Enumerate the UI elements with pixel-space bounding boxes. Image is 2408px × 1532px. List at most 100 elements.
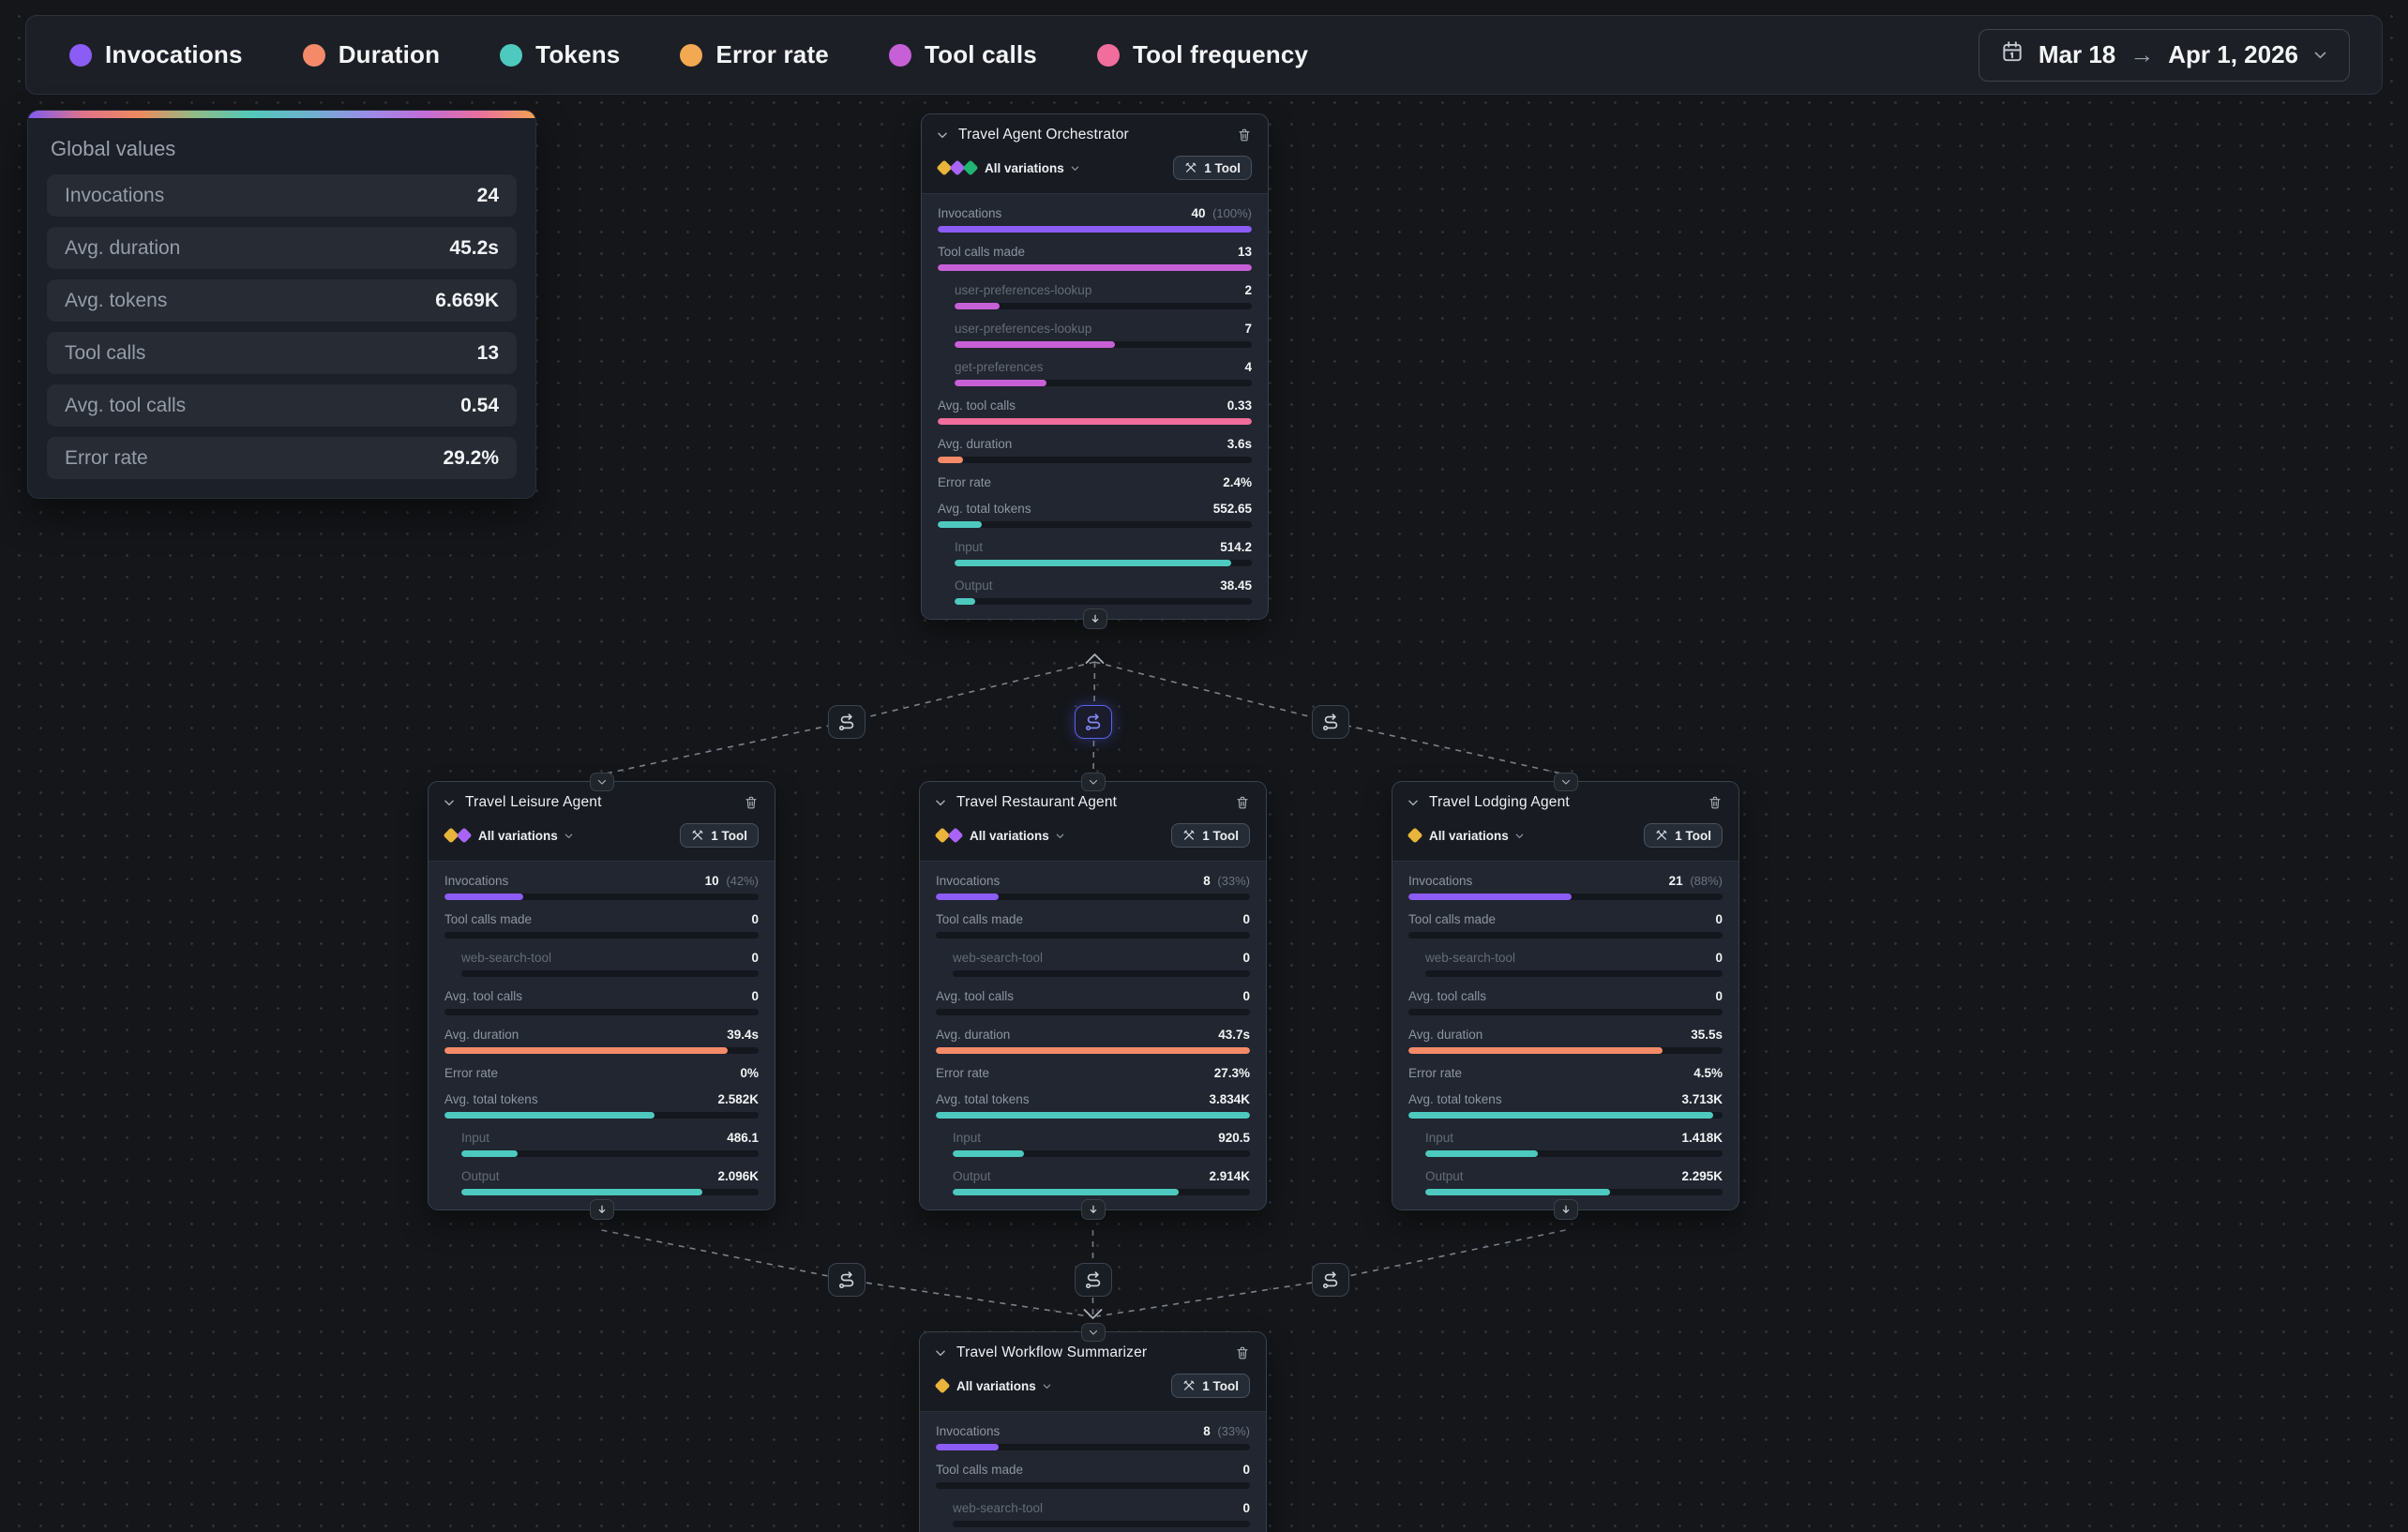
metric-label: Invocations — [938, 206, 1001, 220]
collapse-chevron-icon[interactable] — [443, 796, 456, 809]
tools-button[interactable]: 1 Tool — [1173, 156, 1252, 180]
incoming-connection-badge[interactable] — [1081, 1323, 1106, 1342]
route-connector-icon[interactable] — [1075, 1263, 1112, 1297]
legend-item-tokens[interactable]: Tokens — [500, 40, 620, 69]
incoming-connection-badge[interactable] — [1554, 773, 1578, 791]
metric-bar-track — [1425, 1189, 1723, 1195]
variations-dropdown[interactable]: All variations — [478, 829, 574, 843]
metric-label: Invocations — [1408, 874, 1472, 888]
metric-value: 514.2 — [1220, 540, 1252, 554]
metric-percent: (100%) — [1209, 206, 1252, 220]
variations-dropdown[interactable]: All variations — [1429, 829, 1525, 843]
tools-button[interactable]: 1 Tool — [1171, 823, 1250, 848]
expand-connections-button[interactable] — [1554, 1199, 1578, 1220]
tools-button[interactable]: 1 Tool — [1644, 823, 1723, 848]
agent-card-subheader: All variations 1 Tool — [936, 156, 1252, 180]
metric-label: Invocations — [444, 874, 508, 888]
variations-dropdown[interactable]: All variations — [956, 1379, 1052, 1393]
tools-button[interactable]: 1 Tool — [1171, 1374, 1250, 1398]
legend-item-error-rate[interactable]: Error rate — [680, 40, 829, 69]
route-connector-icon[interactable] — [1312, 705, 1349, 739]
collapse-chevron-icon[interactable] — [934, 796, 947, 809]
metric-row-output: Output2.295K — [1408, 1169, 1723, 1195]
route-connector-icon[interactable] — [1312, 1263, 1349, 1297]
metric-row-user-preferences-lookup: user-preferences-lookup7 — [938, 322, 1252, 348]
collapse-chevron-icon[interactable] — [934, 1346, 947, 1359]
metric-label-row: Avg. total tokens552.65 — [938, 502, 1252, 516]
agent-card-travel-workflow-summarizer[interactable]: Travel Workflow SummarizerAll variations… — [919, 1331, 1267, 1532]
tool-frequency-legend-dot-icon — [1097, 44, 1120, 67]
metric-value: 21 (88%) — [1669, 874, 1723, 888]
legend-item-tool-frequency[interactable]: Tool frequency — [1097, 40, 1308, 69]
delete-agent-icon[interactable] — [744, 795, 759, 810]
expand-connections-button[interactable] — [590, 1199, 614, 1220]
metric-row-invocations: Invocations40 (100%) — [938, 206, 1252, 233]
agent-card-travel-leisure-agent[interactable]: Travel Leisure AgentAll variations1 Tool… — [428, 781, 775, 1210]
metric-row-output: Output2.096K — [444, 1169, 759, 1195]
legend-item-label: Duration — [339, 40, 440, 69]
tools-button[interactable]: 1 Tool — [680, 823, 759, 848]
legend-item-tool-calls[interactable]: Tool calls — [889, 40, 1037, 69]
expand-connections-button[interactable] — [1083, 608, 1107, 629]
legend-item-invocations[interactable]: Invocations — [69, 40, 243, 69]
delete-agent-icon[interactable] — [1708, 795, 1723, 810]
metric-bar-track — [1408, 932, 1723, 939]
delete-agent-icon[interactable] — [1235, 1345, 1250, 1360]
expand-connections-button[interactable] — [1081, 1199, 1106, 1220]
metric-row-error-rate: Error rate2.4% — [938, 475, 1252, 489]
variations-dropdown[interactable]: All variations — [985, 161, 1080, 175]
metric-bar-track — [1425, 970, 1723, 977]
metric-bar-fill — [955, 598, 975, 605]
metric-bar-track — [461, 970, 759, 977]
date-range-picker[interactable]: Mar 18 → Apr 1, 2026 — [1979, 29, 2350, 82]
metric-bar-track — [936, 894, 1250, 900]
route-connector-icon[interactable] — [828, 1263, 865, 1297]
metric-label: Avg. duration — [444, 1028, 519, 1042]
metric-value: 1.418K — [1681, 1131, 1723, 1145]
metric-label-row: Error rate27.3% — [936, 1066, 1250, 1080]
metric-label-row: web-search-tool0 — [444, 951, 759, 965]
variations-label: All variations — [1429, 829, 1509, 843]
metric-label: Output — [936, 1169, 991, 1183]
metric-row-avg-total-tokens: Avg. total tokens2.582K — [444, 1092, 759, 1119]
agent-card-travel-restaurant-agent[interactable]: Travel Restaurant Agent All variations 1 T… — [919, 781, 1267, 1210]
global-row-tool-calls: Tool calls13 — [47, 332, 517, 374]
route-connector-icon[interactable] — [1075, 705, 1112, 739]
metric-label-row: Tool calls made13 — [938, 245, 1252, 259]
agent-card-title: Travel Lodging Agent — [1429, 794, 1698, 811]
collapse-chevron-icon[interactable] — [1407, 796, 1420, 809]
chevron-down-icon — [564, 831, 574, 841]
incoming-connection-badge[interactable] — [590, 773, 614, 791]
metric-label: web-search-tool — [936, 951, 1043, 965]
variations-label: All variations — [956, 1379, 1036, 1393]
incoming-connection-badge[interactable] — [1081, 773, 1106, 791]
metric-bar-track — [938, 457, 1252, 463]
metric-percent: (33%) — [1214, 874, 1250, 888]
metric-label: user-preferences-lookup — [938, 322, 1091, 336]
legend-item-duration[interactable]: Duration — [303, 40, 440, 69]
metric-value: 0 — [751, 951, 759, 965]
agent-card-travel-lodging-agent[interactable]: Travel Lodging Agent All variations 1 Tool… — [1392, 781, 1739, 1210]
metric-label: Error rate — [936, 1066, 989, 1080]
metric-bar-fill — [953, 1150, 1024, 1157]
route-connector-icon[interactable] — [828, 705, 865, 739]
metric-label: Error rate — [1408, 1066, 1462, 1080]
metric-value: 552.65 — [1213, 502, 1252, 516]
global-row-value: 13 — [477, 342, 499, 365]
delete-agent-icon[interactable] — [1235, 795, 1250, 810]
metric-value: 0.33 — [1227, 398, 1252, 413]
tools-button-label: 1 Tool — [1202, 829, 1239, 843]
collapse-chevron-icon[interactable] — [936, 128, 949, 142]
delete-agent-icon[interactable] — [1237, 128, 1252, 143]
metric-bar-fill — [936, 1444, 999, 1450]
variation-diamond-icon — [963, 160, 979, 176]
metric-row-avg-duration: Avg. duration39.4s — [444, 1028, 759, 1054]
variations-dropdown[interactable]: All variations — [970, 829, 1065, 843]
metric-label-row: Avg. tool calls0 — [1408, 989, 1723, 1003]
agent-card-travel-agent-orchestrator[interactable]: Travel Agent OrchestratorAll variations1… — [921, 113, 1269, 620]
agent-card-title-row: Travel Restaurant Agent — [934, 794, 1250, 811]
metric-label-row: Invocations8 (33%) — [936, 1424, 1250, 1438]
tools-icon — [691, 829, 704, 842]
metric-bar-fill — [936, 1047, 1250, 1054]
error-rate-legend-dot-icon — [680, 44, 702, 67]
